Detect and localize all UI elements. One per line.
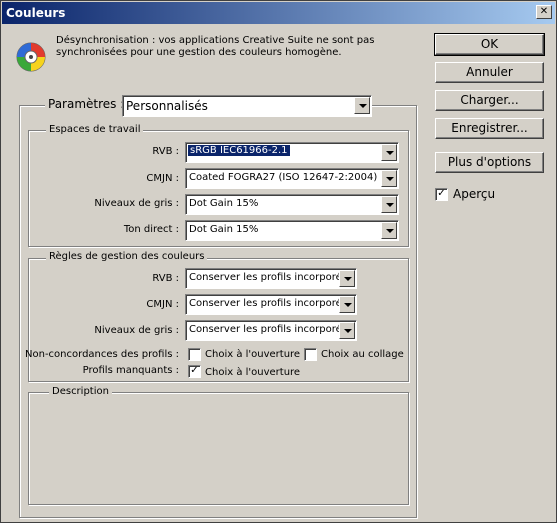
chevron-down-icon[interactable] [339, 322, 355, 339]
ws-rgb-value: sRGB IEC61966-2.1 [188, 145, 290, 156]
chevron-down-icon[interactable] [381, 170, 397, 187]
mismatch-open-checkbox[interactable] [188, 348, 201, 361]
ws-spot-label: Ton direct : [123, 224, 179, 235]
chevron-down-icon[interactable] [339, 270, 355, 287]
description-title: Description [49, 386, 112, 397]
missing-open-label: Choix à l'ouverture [205, 367, 301, 378]
policy-cmyk-select[interactable]: Conserver les profils incorporés [185, 294, 357, 315]
ws-rgb-label: RVB : [152, 146, 179, 157]
ws-gray-value: Dot Gain 15% [189, 198, 259, 209]
ws-rgb-select[interactable]: sRGB IEC61966-2.1 [185, 142, 399, 163]
settings-value: Personnalisés [126, 99, 208, 113]
ws-gray-select[interactable]: Dot Gain 15% [185, 194, 399, 215]
policies-title: Règles de gestion des couleurs [46, 251, 208, 262]
chevron-down-icon[interactable] [381, 144, 397, 161]
load-button[interactable]: Charger... [435, 90, 544, 111]
settings-label: Paramètres : [45, 97, 128, 111]
mismatch-open-label: Choix à l'ouverture [205, 349, 301, 360]
policy-rgb-label: RVB : [152, 273, 179, 284]
cancel-button[interactable]: Annuler [435, 62, 544, 83]
close-icon[interactable]: ✕ [536, 5, 552, 19]
working-spaces-title: Espaces de travail [46, 124, 144, 135]
description-group [28, 392, 409, 505]
sync-warning-text: Désynchronisation : vos applications Cre… [56, 35, 396, 59]
color-wheel-icon [16, 42, 46, 72]
settings-select[interactable]: Personnalisés [122, 95, 372, 117]
mismatch-label: Non-concordances des profils : [25, 349, 179, 360]
color-settings-dialog: Couleurs ✕ Désynchronisation : vos appli… [0, 0, 557, 523]
missing-open-checkbox[interactable]: ✓ [188, 365, 201, 378]
ws-cmyk-value: Coated FOGRA27 (ISO 12647-2:2004) [189, 172, 378, 183]
policy-cmyk-value: Conserver les profils incorporés [189, 298, 347, 309]
window-title: Couleurs [6, 6, 66, 20]
more-options-button[interactable]: Plus d'options [435, 152, 544, 173]
preview-checkbox[interactable]: ✓ [435, 188, 448, 201]
title-bar[interactable]: Couleurs ✕ [2, 2, 555, 24]
policy-rgb-value: Conserver les profils incorporés [189, 272, 347, 283]
sync-warning-line1: Désynchronisation : vos applications Cre… [56, 35, 375, 46]
policy-cmyk-label: CMJN : [146, 299, 179, 310]
mismatch-paste-checkbox[interactable] [304, 348, 317, 361]
ok-button[interactable]: OK [434, 33, 545, 56]
chevron-down-icon[interactable] [354, 97, 370, 114]
sync-warning-line2: synchronisées pour une gestion des coule… [56, 47, 342, 58]
policy-gray-select[interactable]: Conserver les profils incorporés [185, 320, 357, 341]
ws-spot-select[interactable]: Dot Gain 15% [185, 220, 399, 241]
chevron-down-icon[interactable] [381, 196, 397, 213]
policy-gray-label: Niveaux de gris : [94, 325, 179, 336]
ws-gray-label: Niveaux de gris : [94, 198, 179, 209]
preview-label: Aperçu [453, 187, 496, 201]
ws-cmyk-select[interactable]: Coated FOGRA27 (ISO 12647-2:2004) [185, 168, 399, 189]
policy-gray-value: Conserver les profils incorporés [189, 324, 347, 335]
save-button[interactable]: Enregistrer... [435, 118, 544, 139]
chevron-down-icon[interactable] [381, 222, 397, 239]
mismatch-paste-label: Choix au collage [321, 349, 404, 360]
policy-rgb-select[interactable]: Conserver les profils incorporés [185, 268, 357, 289]
ws-cmyk-label: CMJN : [146, 173, 179, 184]
ws-spot-value: Dot Gain 15% [189, 224, 259, 235]
chevron-down-icon[interactable] [339, 296, 355, 313]
missing-label: Profils manquants : [82, 365, 179, 376]
